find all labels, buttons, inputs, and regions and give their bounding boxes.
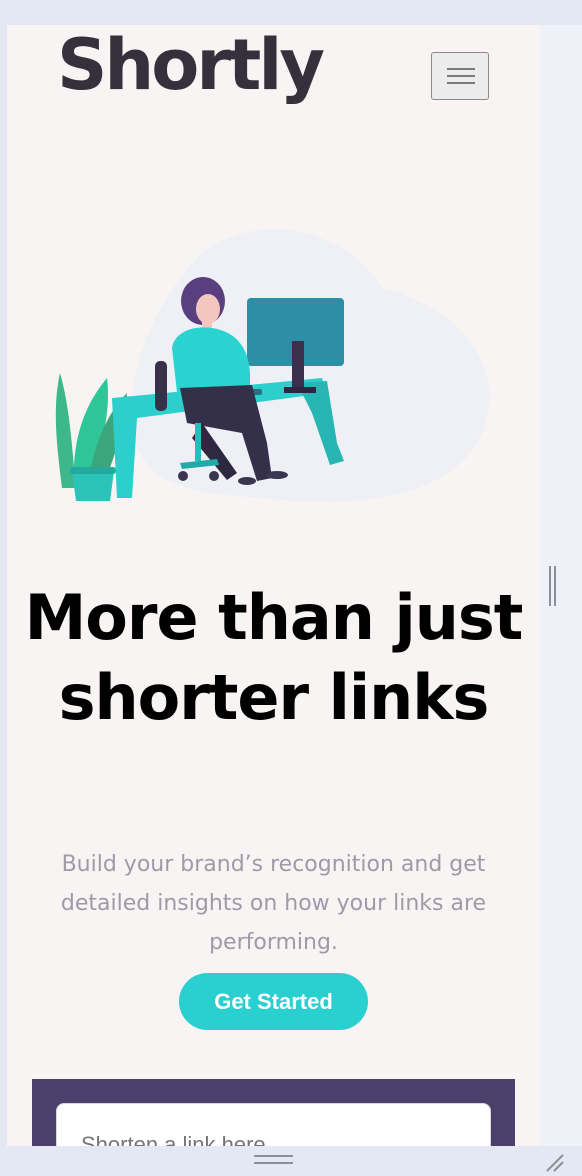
shorten-panel <box>32 1079 515 1146</box>
shorten-link-input[interactable] <box>56 1103 491 1146</box>
horizontal-resize-handle-icon[interactable] <box>254 1155 293 1167</box>
get-started-button[interactable]: Get Started <box>179 973 368 1030</box>
hero-subtext: Build your brand’s recognition and get d… <box>60 852 487 955</box>
logo[interactable]: Shortly <box>57 25 325 105</box>
browser-viewport: Shortly More than just shorter links Bui <box>7 25 540 1146</box>
hamburger-menu-icon <box>447 68 475 70</box>
side-panel-rail <box>540 25 582 1146</box>
corner-resize-icon[interactable] <box>543 1151 565 1173</box>
vertical-resize-handle-icon[interactable] <box>549 566 558 606</box>
working-person-illustration <box>55 229 490 502</box>
hero-headline: More than just shorter links <box>24 581 524 734</box>
hamburger-menu-button[interactable] <box>431 52 489 100</box>
